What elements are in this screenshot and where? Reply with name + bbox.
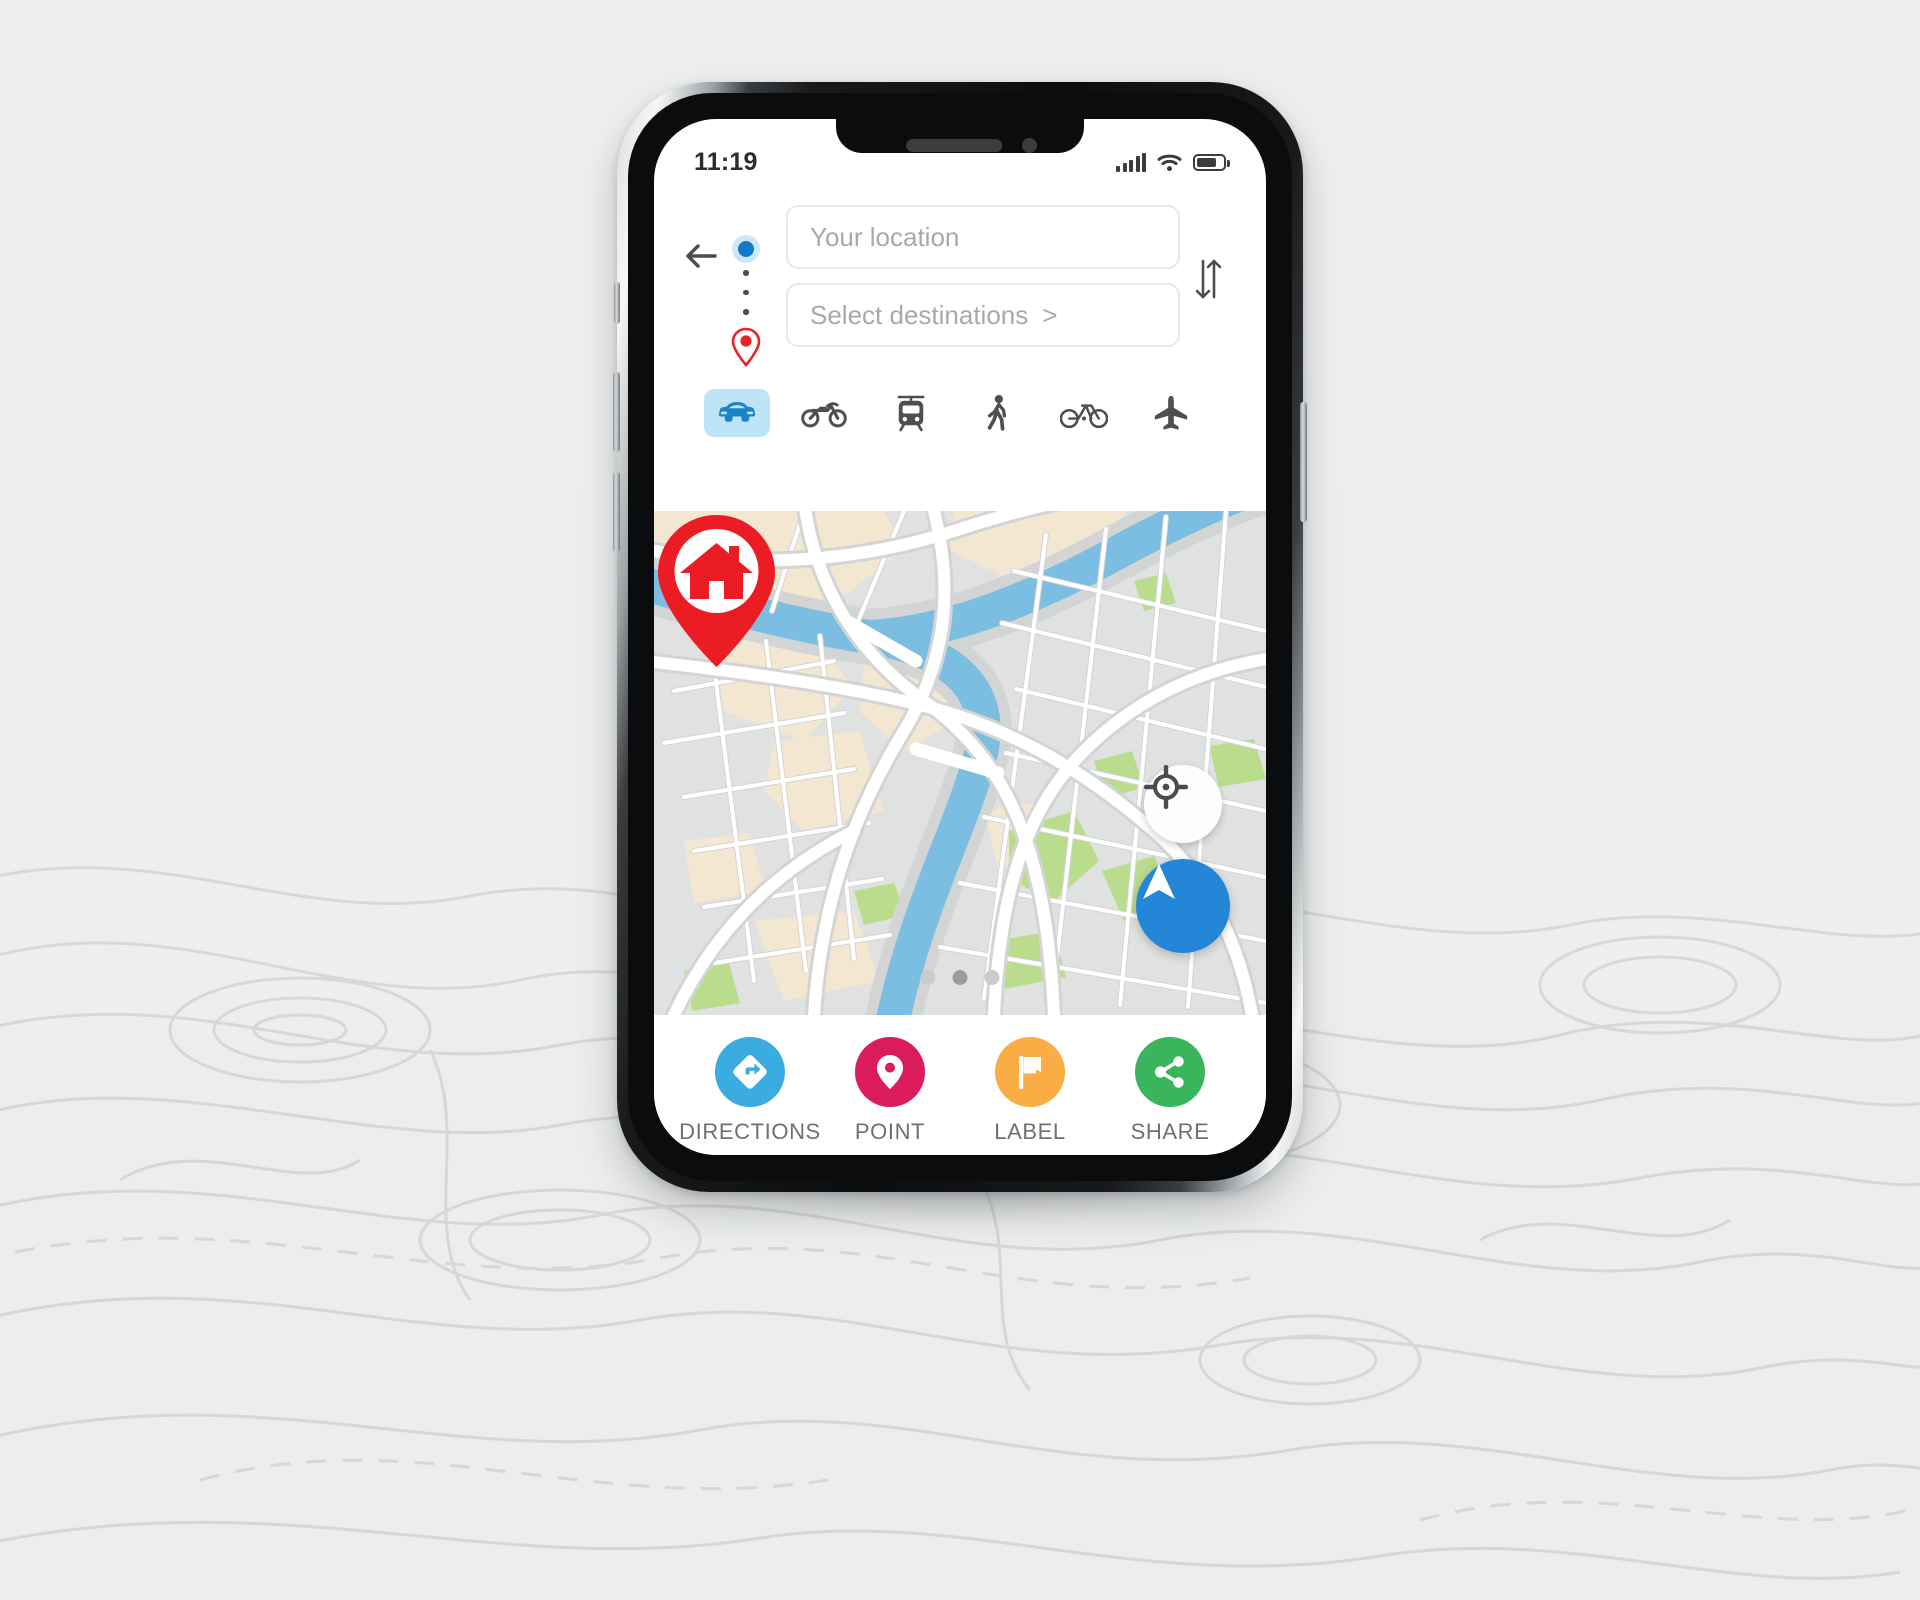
mute-switch[interactable] [614,282,620,324]
rail-dot [743,270,749,276]
back-button[interactable] [678,233,724,279]
car-icon [718,401,756,422]
start-navigation-button[interactable] [1136,859,1230,953]
mode-motorcycle[interactable] [791,389,857,437]
volume-down-button[interactable] [613,472,620,552]
rail-dot [743,309,749,315]
action-bar: DIRECTIONS POINT LABEL SHARE [654,1015,1266,1155]
mode-car[interactable] [704,388,770,437]
pagination-dot[interactable] [984,970,1000,985]
swap-direction-button[interactable] [1180,205,1236,301]
transport-mode-tabs [678,372,1236,451]
cellular-signal-icon [1116,152,1146,172]
share-icon [1135,1037,1205,1107]
action-label: SHARE [1130,1119,1210,1144]
wifi-icon [1157,154,1182,171]
origin-input[interactable]: Your location [786,205,1180,269]
swap-vertical-icon [1195,259,1222,299]
airplane-icon [1154,395,1188,430]
battery-icon [1193,153,1230,171]
tram-icon [897,395,925,431]
map-pin-icon [855,1037,925,1107]
back-arrow-icon [686,244,717,268]
action-label: POINT [854,1119,926,1144]
destination-input[interactable]: Select destinations > [786,283,1180,347]
route-search-panel: Your location Select destinations > [654,191,1266,451]
action-directions[interactable]: DIRECTIONS [679,1037,820,1145]
phone-frame: 11:19 Your location Select destinations … [613,82,1307,1192]
status-time: 11:19 [694,147,758,176]
navigation-arrow-icon [1143,864,1175,899]
chevron-right-icon: > [1042,299,1058,330]
action-label[interactable]: LABEL [970,1037,1090,1145]
origin-dot-icon [732,235,760,263]
mode-walk[interactable] [964,389,1030,437]
pagination-dot[interactable] [920,970,936,985]
mode-flight[interactable] [1138,389,1204,437]
status-icons [1116,152,1230,172]
map-canvas[interactable] [654,511,1266,1015]
phone-mockup: 11:19 Your location Select destinations … [613,82,1307,1222]
phone-screen: 11:19 Your location Select destinations … [654,119,1266,1155]
volume-up-button[interactable] [613,372,620,452]
crosshair-icon [1144,765,1188,809]
rail-dot [743,289,749,295]
action-share[interactable]: SHARE [1110,1037,1230,1145]
pagination-dot-active[interactable] [952,970,968,985]
route-rail [724,205,768,373]
home-pin-marker[interactable] [654,511,779,671]
action-label: DIRECTIONS [679,1119,821,1144]
origin-placeholder: Your location [810,221,960,252]
route-row: Your location Select destinations > [678,205,1236,373]
power-button[interactable] [1300,402,1307,522]
destination-placeholder: Select destinations [810,299,1029,330]
front-camera-icon [1022,138,1037,153]
phone-bezel: 11:19 Your location Select destinations … [628,93,1292,1181]
directions-icon [715,1037,785,1107]
destination-pin-icon [730,326,762,373]
earpiece-speaker-icon [906,139,1003,152]
map-pagination-dots[interactable] [920,970,1000,985]
flag-icon [995,1037,1065,1107]
mode-bicycle[interactable] [1051,389,1117,437]
action-label: LABEL [994,1119,1066,1144]
action-point[interactable]: POINT [830,1037,950,1145]
bicycle-icon [1060,403,1109,428]
mode-transit[interactable] [878,389,944,437]
route-fields: Your location Select destinations > [768,205,1180,347]
locate-me-button[interactable] [1144,765,1222,843]
walking-icon [988,394,1007,431]
motorcycle-icon [800,401,847,427]
status-bar: 11:19 [654,119,1266,191]
